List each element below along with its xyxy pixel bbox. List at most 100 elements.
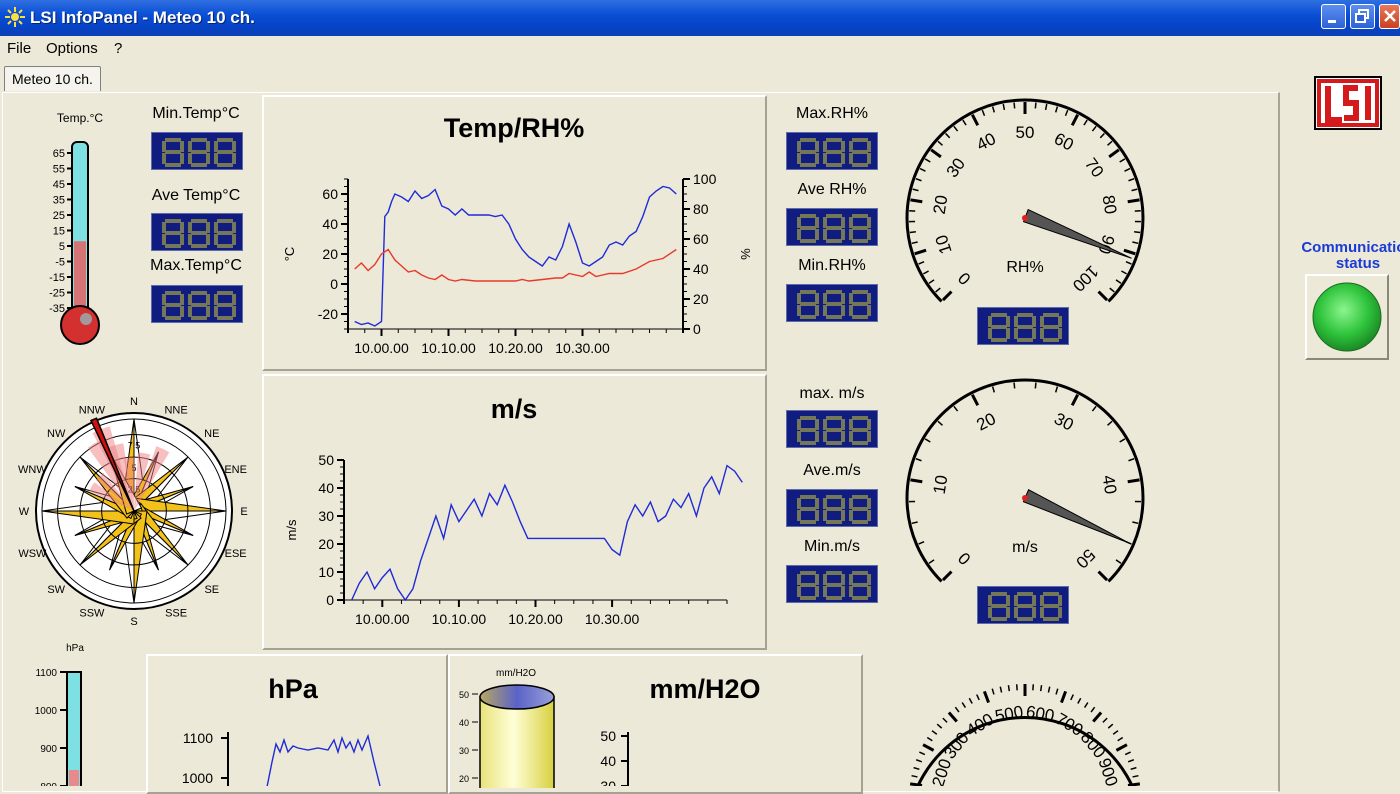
thermometer-title: Temp.°C	[40, 111, 120, 125]
maximize-button[interactable]	[1350, 4, 1375, 29]
thermometer-tick-label: 5	[59, 241, 65, 253]
gauge-minor-tick	[927, 738, 932, 741]
seg	[849, 510, 853, 521]
gauge-tick-label: 40	[973, 129, 998, 155]
gauge-tick-label: 20	[930, 194, 952, 216]
gauge-minor-tick	[923, 271, 928, 274]
seg	[852, 507, 868, 511]
wind-chart-title: m/s	[264, 394, 764, 425]
pressure-bar-tick-label: 1100	[35, 668, 57, 679]
seg	[217, 219, 233, 223]
y-tick-label: 40	[322, 216, 338, 232]
gauge-tick-label: 30	[943, 155, 969, 181]
seg	[217, 303, 233, 307]
gauge-minor-tick	[969, 698, 972, 703]
thermometer-bulb	[61, 306, 99, 344]
seg	[815, 153, 819, 164]
cylinder-tick-label: 20	[459, 774, 469, 784]
seg	[217, 163, 233, 167]
y-tick-label: 0	[326, 592, 334, 608]
max-wind-display	[786, 410, 878, 448]
gauge-tick-label: 20	[973, 409, 998, 435]
seg	[841, 153, 845, 164]
gauge-minor-tick	[1121, 271, 1126, 274]
gauge-minor-tick	[1134, 232, 1140, 233]
gauge-minor-tick	[1003, 104, 1004, 110]
minimize-button[interactable]	[1321, 4, 1346, 29]
seg	[1058, 607, 1062, 618]
seg-display	[152, 286, 244, 324]
gauge-major-tick	[984, 691, 988, 702]
gauge-needle	[1023, 490, 1129, 544]
menu-file[interactable]: File	[7, 40, 31, 57]
seg	[1014, 607, 1018, 618]
ave-rh-label: Ave RH%	[780, 181, 884, 199]
seg	[1043, 617, 1059, 621]
y2-tick-label: 20	[693, 291, 709, 307]
seg	[815, 510, 819, 521]
seg	[800, 290, 816, 294]
gauge-major-tick	[943, 572, 951, 580]
seg	[217, 150, 233, 154]
seg	[826, 520, 842, 524]
gauge-tick-label: 600	[1025, 702, 1056, 726]
seg	[815, 229, 819, 240]
seg	[1032, 328, 1036, 339]
compass-direction-label: SSW	[79, 608, 105, 620]
seg	[232, 153, 236, 164]
gauge-minor-tick	[938, 421, 943, 425]
seg	[1006, 328, 1010, 339]
gauge-major-tick	[1128, 480, 1140, 482]
seg	[852, 302, 868, 306]
gauge-major-tick	[949, 712, 957, 721]
water-cylinder: 50403020	[450, 684, 580, 788]
menu-bar: File Options ?	[0, 36, 1400, 62]
gauge-minor-tick	[1100, 133, 1104, 137]
seg	[852, 315, 868, 319]
gauge-minor-tick	[977, 695, 979, 700]
tab-meteo[interactable]: Meteo 10 ch.	[4, 66, 101, 91]
seg	[797, 586, 801, 597]
seg-digit	[214, 219, 236, 248]
ave-rh-display	[786, 208, 878, 246]
gauge-minor-tick	[1103, 718, 1107, 722]
gauge-tick-label: 40	[1099, 474, 1121, 496]
seg	[1017, 617, 1033, 621]
gauge-needle	[1024, 210, 1132, 259]
seg	[815, 305, 819, 316]
pressure-chart-title: hPa	[148, 674, 438, 705]
seg-display	[787, 490, 879, 528]
seg	[826, 290, 842, 294]
gauge-minor-tick	[912, 242, 918, 243]
ave-temp-label: Ave Temp°C	[140, 187, 252, 205]
menu-help[interactable]: ?	[114, 40, 122, 57]
seg-digit	[823, 571, 845, 600]
menu-options[interactable]: Options	[46, 40, 98, 57]
seg	[800, 428, 816, 432]
gauge-minor-tick	[919, 262, 925, 264]
seg	[191, 150, 207, 154]
y-tick-label: 20	[322, 246, 338, 262]
seg	[1043, 325, 1059, 329]
seg	[1040, 328, 1044, 339]
gauge-minor-tick	[1065, 110, 1067, 116]
min-temp-label: Min.Temp°C	[140, 105, 252, 123]
gauge-minor-tick	[1132, 242, 1138, 243]
seg	[849, 153, 853, 164]
gauge-minor-tick	[1108, 724, 1113, 728]
seg	[826, 507, 842, 511]
seg	[797, 431, 801, 442]
gauge-tick-label: 0	[954, 548, 974, 568]
seg-digit	[797, 416, 819, 445]
gauge-minor-tick	[1014, 103, 1015, 109]
series-line-0	[352, 466, 743, 600]
series-line-1	[355, 250, 677, 282]
gauge-major-tick	[1109, 150, 1119, 157]
cylinder-top	[480, 685, 554, 709]
temp-rh-chart: 6040200-2010080604020010.00.0010.10.0010…	[264, 157, 765, 369]
seg	[800, 441, 816, 445]
compass-direction-label: WSW	[18, 548, 47, 560]
close-button[interactable]	[1379, 4, 1400, 29]
y-tick-label: -20	[318, 306, 338, 322]
seg	[797, 510, 801, 521]
